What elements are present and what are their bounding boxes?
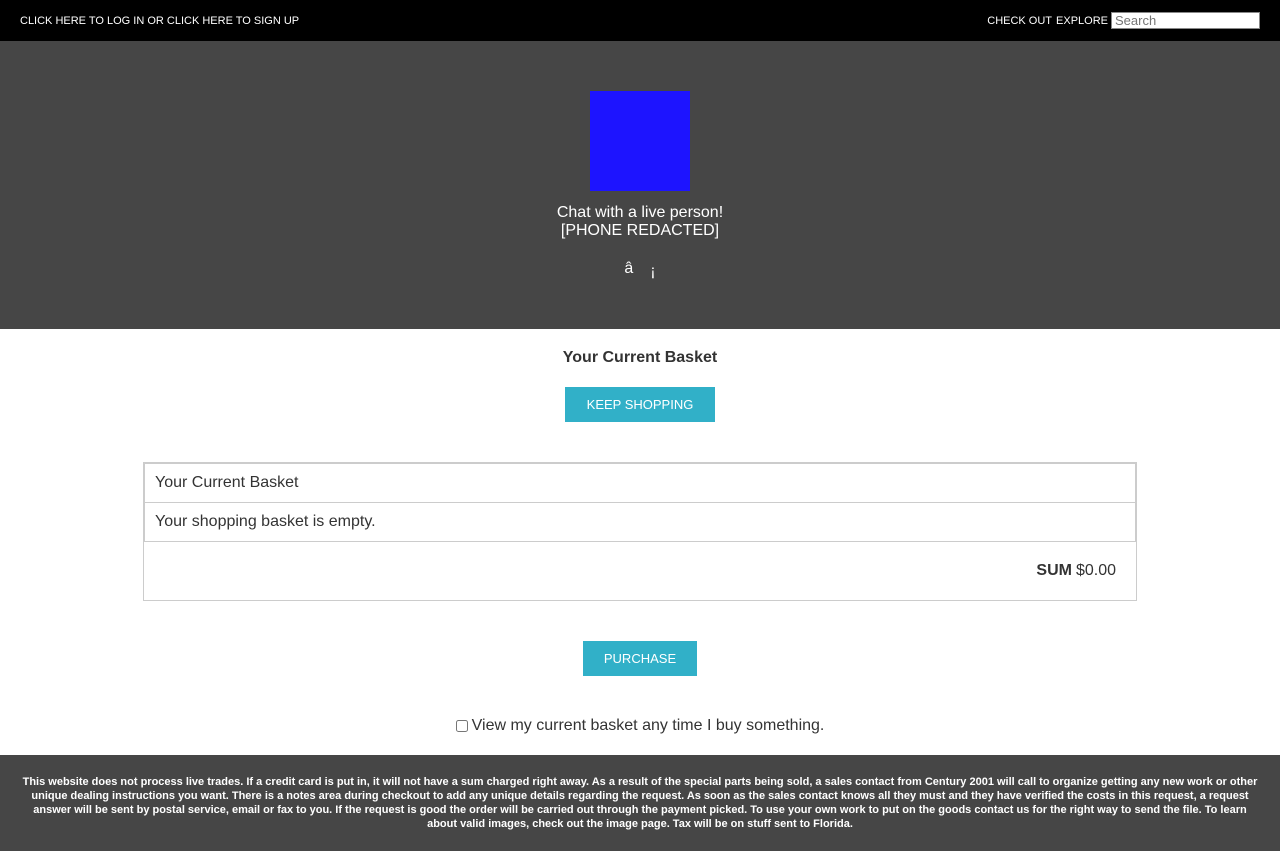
login-signup-link[interactable]: CLICK HERE TO LOG IN OR CLICK HERE TO SI… <box>20 15 299 27</box>
top-bar: CLICK HERE TO LOG IN OR CLICK HERE TO SI… <box>0 0 1280 41</box>
footer-disclaimer: This website does not process live trade… <box>0 755 1280 851</box>
explore-link[interactable]: EXPLORE <box>1056 15 1108 27</box>
table-header: Your Current Basket <box>144 463 1136 503</box>
social-icons: â ¡ <box>624 260 655 281</box>
page-title: Your Current Basket <box>562 349 718 366</box>
empty-basket-message: Your shopping basket is empty. <box>144 502 1136 542</box>
remember-label: View my current basket any time I buy so… <box>471 717 825 734</box>
table-header-row: Your Current Basket <box>144 463 1136 503</box>
site-logo[interactable] <box>590 91 690 191</box>
top-bar-right: CHECK OUT EXPLORE <box>987 12 1260 29</box>
phone-number: [PHONE REDACTED] <box>560 222 720 239</box>
keep-shopping-button[interactable]: KEEP SHOPPING <box>565 387 715 422</box>
search-input[interactable] <box>1111 12 1260 29</box>
purchase-button[interactable]: PURCHASE <box>583 641 697 676</box>
chat-text[interactable]: Chat with a live person! <box>557 204 723 222</box>
social-icon[interactable]: ¡ <box>650 263 655 281</box>
hero-banner: Chat with a live person! [PHONE REDACTED… <box>0 41 1280 329</box>
basket-sum: SUM $0.00 <box>144 542 1136 600</box>
remember-checkbox[interactable] <box>455 720 468 732</box>
checkout-link[interactable]: CHECK OUT <box>987 15 1052 27</box>
basket-panel: Your Current Basket Your shopping basket… <box>143 462 1137 601</box>
social-icon[interactable]: â <box>624 260 633 281</box>
live-chat-info: Chat with a live person! [PHONE REDACTED… <box>557 204 723 240</box>
table-row: Your shopping basket is empty. <box>144 502 1136 542</box>
basket-table: Your Current Basket Your shopping basket… <box>144 463 1136 542</box>
remember-option[interactable]: View my current basket any time I buy so… <box>0 716 1280 736</box>
sum-value: $0.00 <box>1075 562 1116 579</box>
sum-label: SUM <box>1036 562 1072 579</box>
